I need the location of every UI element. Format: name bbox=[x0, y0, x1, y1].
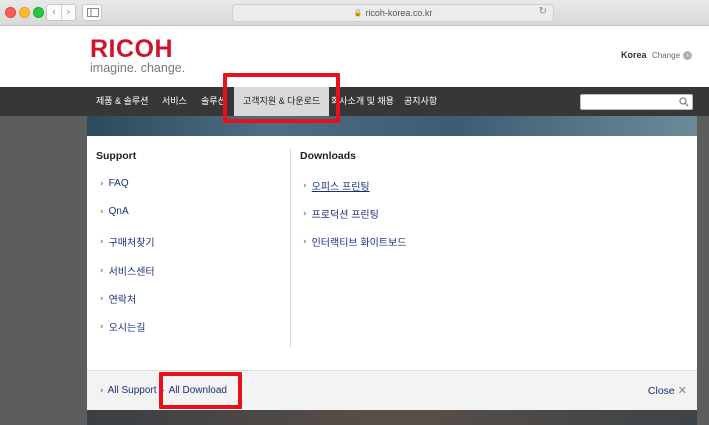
chevron-right-icon: › bbox=[66, 7, 71, 18]
chevron-right-icon: › bbox=[303, 180, 307, 191]
zoom-window-button[interactable] bbox=[33, 7, 44, 18]
support-link-directions[interactable]: › 오시는길 bbox=[100, 319, 146, 335]
download-link-production-printing[interactable]: › 프로덕션 프린팅 bbox=[303, 206, 379, 222]
support-link-label: 오시는길 bbox=[108, 323, 146, 334]
nav-item-notices[interactable]: 공지사항 bbox=[404, 87, 437, 116]
sidebar-toggle-button[interactable] bbox=[82, 4, 102, 21]
download-link-label: 오피스 프린팅 bbox=[311, 182, 370, 193]
chevron-right-icon: › bbox=[100, 321, 104, 332]
all-support-link[interactable]: › All Support bbox=[100, 385, 157, 396]
url-text: ricoh-korea.co.kr bbox=[365, 8, 433, 18]
hero-banner-bottom bbox=[87, 410, 697, 425]
region-label: Korea bbox=[621, 50, 647, 60]
support-link-contact[interactable]: › 연락처 bbox=[100, 291, 137, 307]
support-link-label: 구매처찾기 bbox=[108, 238, 155, 249]
download-link-label: 프로덕션 프린팅 bbox=[311, 210, 379, 221]
support-column-title: Support bbox=[96, 150, 137, 162]
minimize-window-button[interactable] bbox=[19, 7, 30, 18]
forward-button[interactable]: › bbox=[60, 5, 75, 20]
downloads-column-title: Downloads bbox=[300, 150, 357, 162]
support-mega-menu: Support Downloads › FAQ › QnA › 구매처찾기 › … bbox=[87, 136, 697, 410]
chevron-right-icon: › bbox=[100, 206, 104, 217]
logo-tagline: imagine. change. bbox=[90, 61, 186, 75]
reload-icon[interactable]: ↻ bbox=[539, 6, 547, 17]
browser-toolbar: ‹ › 🔒 ricoh-korea.co.kr ↻ bbox=[0, 0, 709, 26]
support-link-service-center[interactable]: › 서비스센터 bbox=[100, 263, 155, 279]
download-link-label: 인터랙티브 화이트보드 bbox=[311, 238, 407, 249]
page-side-right bbox=[697, 116, 709, 425]
support-link-label: 연락처 bbox=[108, 295, 137, 306]
chevron-right-icon: › bbox=[100, 265, 104, 276]
hero-banner-top bbox=[87, 116, 697, 136]
chevron-right-icon: › bbox=[100, 178, 104, 189]
chevron-right-icon: › bbox=[100, 385, 104, 396]
address-bar[interactable]: 🔒 ricoh-korea.co.kr ↻ bbox=[232, 4, 554, 22]
support-link-store-locator[interactable]: › 구매처찾기 bbox=[100, 234, 155, 250]
nav-item-services[interactable]: 서비스 bbox=[162, 87, 187, 116]
history-buttons: ‹ › bbox=[46, 4, 76, 21]
change-label: Change bbox=[652, 51, 681, 60]
change-region-link[interactable]: Change › bbox=[652, 51, 693, 60]
all-support-label: All Support bbox=[107, 385, 157, 396]
search-input[interactable] bbox=[584, 98, 679, 113]
nav-item-products[interactable]: 제품 & 솔루션 bbox=[96, 87, 148, 116]
chevron-right-icon: › bbox=[303, 236, 307, 247]
nav-item-support-download[interactable]: 고객지원 & 다운로드 bbox=[234, 87, 330, 116]
chevron-right-icon: › bbox=[161, 385, 165, 396]
site-header: RICOH imagine. change. Korea Change › bbox=[0, 27, 709, 87]
close-window-button[interactable] bbox=[5, 7, 16, 18]
download-link-office-printing[interactable]: › 오피스 프린팅 bbox=[303, 178, 370, 194]
chevron-right-icon: › bbox=[100, 236, 104, 247]
site-search bbox=[580, 94, 693, 113]
support-link-qna[interactable]: › QnA bbox=[100, 206, 129, 217]
nav-item-company[interactable]: 회사소개 및 채용 bbox=[331, 87, 394, 116]
sidebar-icon bbox=[87, 8, 99, 17]
chevron-left-icon: ‹ bbox=[51, 7, 56, 18]
chevron-circle-icon: › bbox=[683, 51, 693, 60]
lock-icon: 🔒 bbox=[353, 9, 363, 17]
page-side-left bbox=[0, 116, 87, 425]
search-icon[interactable] bbox=[679, 97, 689, 107]
nav-item-solutions[interactable]: 솔루션 bbox=[201, 87, 226, 116]
all-download-link[interactable]: › All Download bbox=[161, 385, 227, 396]
chevron-right-icon: › bbox=[303, 208, 307, 219]
column-divider bbox=[290, 148, 291, 348]
main-nav: 제품 & 솔루션 서비스 솔루션 고객지원 & 다운로드 회사소개 및 채용 공… bbox=[0, 87, 709, 116]
support-link-faq[interactable]: › FAQ bbox=[100, 178, 129, 189]
close-label: Close bbox=[647, 384, 675, 397]
back-button[interactable]: ‹ bbox=[47, 5, 61, 20]
support-link-label: FAQ bbox=[108, 178, 129, 189]
mega-menu-footer: › All Support › All Download Close ✕ bbox=[87, 370, 697, 410]
support-link-label: 서비스센터 bbox=[108, 267, 155, 278]
all-download-label: All Download bbox=[168, 385, 227, 396]
ricoh-logo[interactable]: RICOH bbox=[90, 36, 173, 62]
chevron-right-icon: › bbox=[100, 293, 104, 304]
support-link-label: QnA bbox=[108, 206, 129, 217]
download-link-interactive-whiteboard[interactable]: › 인터랙티브 화이트보드 bbox=[303, 234, 407, 250]
close-menu-button[interactable]: Close ✕ bbox=[648, 384, 687, 397]
close-icon: ✕ bbox=[677, 384, 687, 397]
